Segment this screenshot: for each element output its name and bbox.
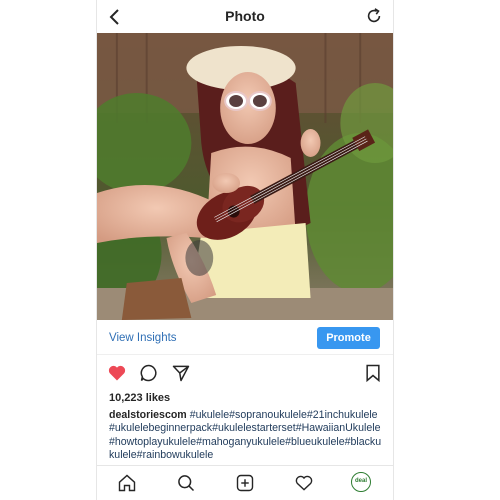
promote-button[interactable]: Promote bbox=[317, 327, 380, 349]
post-actions bbox=[97, 360, 393, 388]
activity-heart-icon[interactable] bbox=[294, 473, 314, 493]
add-post-icon[interactable] bbox=[235, 473, 255, 493]
view-insights-link[interactable]: View Insights bbox=[109, 332, 177, 344]
insights-row: View Insights Promote bbox=[97, 322, 393, 355]
likes-count[interactable]: 10,223 likes bbox=[109, 392, 170, 404]
heart-icon[interactable] bbox=[107, 363, 127, 383]
share-icon[interactable] bbox=[171, 363, 191, 383]
home-icon[interactable] bbox=[117, 473, 137, 493]
page-title: Photo bbox=[225, 8, 265, 24]
photo-screen: Photo View Insights Promote 10,223 likes… bbox=[96, 0, 394, 500]
bottom-nav: deal bbox=[97, 465, 393, 500]
refresh-icon[interactable] bbox=[365, 7, 383, 25]
bookmark-icon[interactable] bbox=[363, 363, 383, 383]
top-bar: Photo bbox=[97, 0, 393, 32]
post-caption: dealstoriescom #ukulele#sopranoukulele#2… bbox=[109, 409, 383, 463]
profile-avatar[interactable]: deal bbox=[351, 472, 371, 492]
search-icon[interactable] bbox=[176, 473, 196, 493]
post-photo[interactable] bbox=[97, 33, 393, 320]
comment-icon[interactable] bbox=[139, 363, 159, 383]
caption-username[interactable]: dealstoriescom bbox=[109, 409, 187, 421]
